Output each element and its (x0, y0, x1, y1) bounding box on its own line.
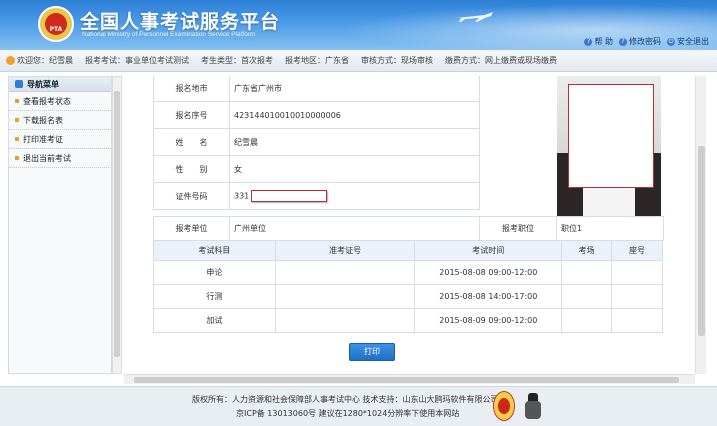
sidebar: 导航菜单 查看报考状态 下载报名表 打印准考证 退出当前考试 (8, 76, 112, 374)
photo-redaction (568, 84, 654, 188)
airplane-icon (457, 12, 493, 22)
police-badge-icon[interactable] (493, 391, 515, 421)
table-row: 报名序号 423144010010010000006 (153, 101, 480, 129)
footer-icp: 京ICP备 13013060号 建议在1280*1024分辨率下使用本网站 (236, 409, 460, 418)
sidebar-item-download-form[interactable]: 下载报名表 (9, 111, 111, 130)
table-row: 性 别女 (153, 155, 480, 183)
bullet-icon (15, 137, 19, 141)
footer-copyright: 版权所有：人力资源和社会保障部人事考试中心 技术支持：山东山大鸥玛软件有限公司 (192, 395, 499, 404)
id-number-prefix: 331 (234, 191, 250, 201)
id-number-redaction (251, 190, 328, 202)
user-icon (6, 56, 15, 65)
candidate-info-table: 报名地市 广东省广州市 报名序号 423144010010010000006 姓 名… (153, 76, 480, 210)
logout-link[interactable]: ⏻ 安全退出 (667, 36, 709, 47)
table-row: 姓 名纪雪晨 (153, 128, 480, 156)
site-subtitle: National Ministry of Personnel Examinati… (82, 31, 256, 38)
password-icon: ? (619, 37, 627, 46)
bullet-icon (15, 156, 19, 160)
table-header-row: 考试科目 准考证号 考试时间 考场 座号 (153, 240, 663, 261)
unit-position-row: 报考单位 广州单位 报考职位 职位1 (153, 216, 664, 241)
site-header: PTA 全国人事考试服务平台 National Ministry of Pers… (0, 0, 717, 50)
main-horizontal-scrollbar[interactable] (124, 374, 695, 384)
main-vertical-scrollbar[interactable] (695, 76, 706, 374)
police-officer-icon[interactable] (522, 391, 544, 421)
sidebar-item-view-status[interactable]: 查看报考状态 (9, 92, 111, 111)
table-row: 证件号码 331 (153, 182, 480, 210)
table-row: 申论 2015-08-08 09:00-12:00 (153, 260, 663, 285)
table-row: 报考单位 广州单位 报考职位 职位1 (153, 216, 664, 241)
sidebar-item-print-ticket[interactable]: 打印准考证 (9, 130, 111, 149)
pta-logo: PTA (38, 6, 74, 42)
help-icon: ? (584, 37, 593, 46)
sidebar-item-exit-exam[interactable]: 退出当前考试 (9, 149, 111, 168)
top-links: ? 帮 助 ? 修改密码 ⏻ 安全退出 (584, 36, 709, 47)
sidebar-header: 导航菜单 (9, 77, 111, 92)
logout-icon: ⏻ (667, 37, 675, 46)
change-password-link[interactable]: ? 修改密码 (619, 36, 661, 47)
bullet-icon (15, 118, 19, 122)
region-text: 报考地区：广东省 (285, 56, 349, 65)
candidate-type-text: 考生类型：首次报考 (201, 56, 273, 65)
table-row: 加试 2015-08-09 09:00-12:00 (153, 308, 663, 333)
site-title: 全国人事考试服务平台 (80, 11, 281, 33)
table-row: 报名地市 广东省广州市 (153, 76, 480, 102)
sidebar-scrollbar[interactable] (112, 76, 122, 374)
candidate-info-bar: 欢迎您：纪雪晨 报考考试：事业单位考试测试 考生类型：首次报考 报考地区：广东省… (0, 50, 717, 72)
exam-schedule-table: 考试科目 准考证号 考试时间 考场 座号 申论 2015-08-08 09:00… (153, 240, 663, 333)
exam-text: 报考考试：事业单位考试测试 (85, 56, 189, 65)
menu-icon (15, 80, 23, 88)
bullet-icon (15, 99, 19, 103)
print-button[interactable]: 打印 (349, 343, 395, 361)
payment-text: 缴费方式：网上缴费或现场缴费 (445, 56, 557, 65)
table-row: 行测 2015-08-08 14:00-17:00 (153, 284, 663, 309)
site-footer: 版权所有：人力资源和社会保障部人事考试中心 技术支持：山东山大鸥玛软件有限公司 … (0, 386, 717, 426)
welcome-text: 欢迎您：纪雪晨 (6, 55, 73, 66)
main-panel: 报名地市 广东省广州市 报名序号 423144010010010000006 姓 名… (124, 76, 706, 374)
help-link[interactable]: ? 帮 助 (584, 36, 613, 47)
review-text: 审核方式：现场审核 (361, 56, 433, 65)
candidate-photo (557, 76, 661, 216)
